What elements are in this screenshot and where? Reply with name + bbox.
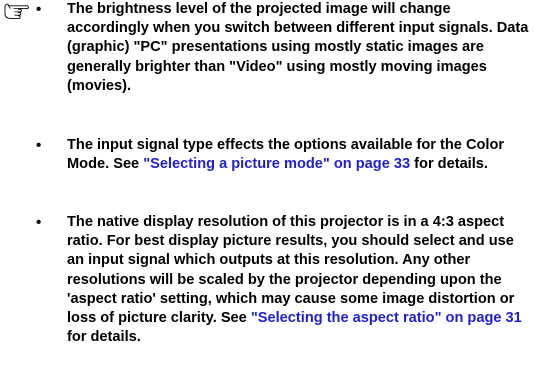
bullet: • [36,1,42,18]
note-text-brightness: The brightness level of the projected im… [67,1,529,94]
aspect-ratio-link[interactable]: "Selecting the aspect ratio" on page 31 [251,310,522,326]
note-text-segment: for details. [410,156,488,173]
picture-mode-link[interactable]: "Selecting a picture mode" on page 33 [143,156,410,172]
note-text-color-mode: The input signal type effects the option… [67,136,529,174]
pointing-hand-icon [4,3,29,19]
note-text-resolution: The native display resolution of this pr… [67,213,529,347]
bullet: • [36,137,42,154]
bullet: • [36,214,42,231]
note-text-segment: for details. [67,329,141,346]
